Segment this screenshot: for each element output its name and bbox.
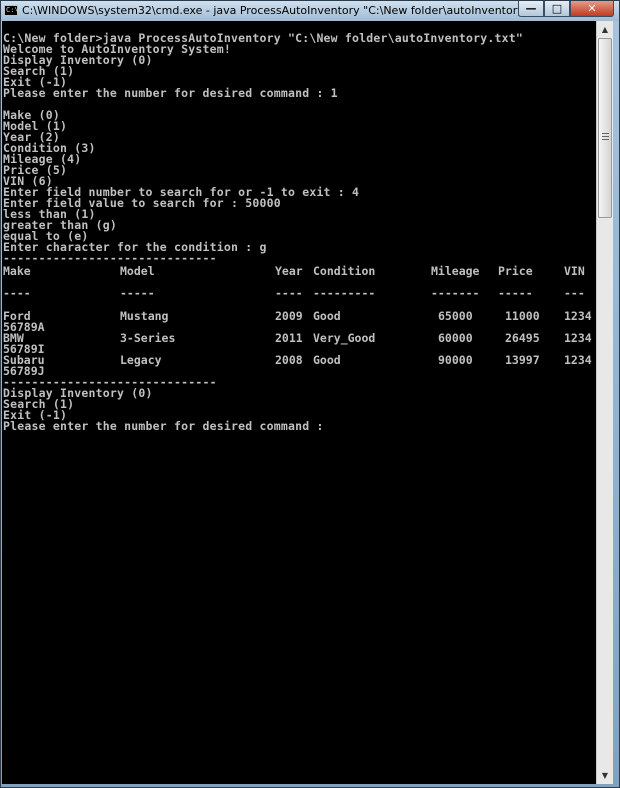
console-window: C:\ C:\WINDOWS\system32\cmd.exe - java P… bbox=[0, 0, 620, 788]
cell-vin: 1234 bbox=[564, 331, 592, 345]
cell-year: 2009 bbox=[275, 309, 303, 323]
separator-line: ------------------------------ bbox=[3, 251, 217, 265]
header-dash: ---- bbox=[3, 286, 31, 300]
cell-price: 13997 bbox=[505, 353, 540, 367]
cell-vin: 1234 bbox=[564, 353, 592, 367]
close-button[interactable]: ✕ bbox=[570, 1, 614, 17]
cell-model: Legacy bbox=[120, 353, 162, 367]
header-year: Year bbox=[275, 264, 303, 278]
header-price: Price bbox=[498, 264, 533, 278]
cell-year: 2011 bbox=[275, 331, 303, 345]
cell-condition: Good bbox=[313, 353, 341, 367]
maximize-button[interactable]: □ bbox=[544, 1, 570, 17]
header-dash: --------- bbox=[313, 286, 376, 300]
header-condition: Condition bbox=[313, 264, 376, 278]
title-bar[interactable]: C:\ C:\WINDOWS\system32\cmd.exe - java P… bbox=[1, 1, 619, 21]
header-dash: ----- bbox=[498, 286, 533, 300]
command-prompt[interactable]: Please enter the number for desired comm… bbox=[3, 420, 324, 432]
cell-condition: Very_Good bbox=[313, 331, 376, 345]
scroll-up-icon[interactable]: ▲ bbox=[597, 21, 613, 38]
cmd-icon[interactable]: C:\ bbox=[4, 5, 19, 16]
header-dash: --- bbox=[564, 286, 585, 300]
cell-year: 2008 bbox=[275, 353, 303, 367]
cell-vin: 1234 bbox=[564, 309, 592, 323]
cell-mileage: 90000 bbox=[438, 353, 473, 367]
vertical-scrollbar[interactable]: ▲ ▼ bbox=[596, 21, 613, 784]
header-make: Make bbox=[3, 264, 31, 278]
header-dash: ----- bbox=[120, 286, 155, 300]
cell-model: 3-Series bbox=[120, 331, 176, 345]
minimize-button[interactable]: — bbox=[518, 1, 544, 17]
cell-price: 11000 bbox=[505, 309, 540, 323]
cell-mileage: 60000 bbox=[438, 331, 473, 345]
header-mileage: Mileage bbox=[431, 264, 480, 278]
cell-mileage: 65000 bbox=[438, 309, 473, 323]
header-model: Model bbox=[120, 264, 155, 278]
scrollbar-thumb[interactable] bbox=[598, 38, 612, 218]
header-vin: VIN bbox=[564, 264, 585, 278]
header-dash: ------- bbox=[431, 286, 480, 300]
window-title: C:\WINDOWS\system32\cmd.exe - java Proce… bbox=[22, 4, 546, 17]
cell-price: 26495 bbox=[505, 331, 540, 345]
cell-condition: Good bbox=[313, 309, 341, 323]
cell-model: Mustang bbox=[120, 309, 169, 323]
console-output[interactable]: C:\New folder>java ProcessAutoInventory … bbox=[2, 21, 596, 784]
console-line: Please enter the number for desired comm… bbox=[3, 86, 338, 100]
scroll-down-icon[interactable]: ▼ bbox=[597, 767, 613, 784]
grip-icon bbox=[602, 133, 609, 140]
header-dash: ---- bbox=[275, 286, 303, 300]
